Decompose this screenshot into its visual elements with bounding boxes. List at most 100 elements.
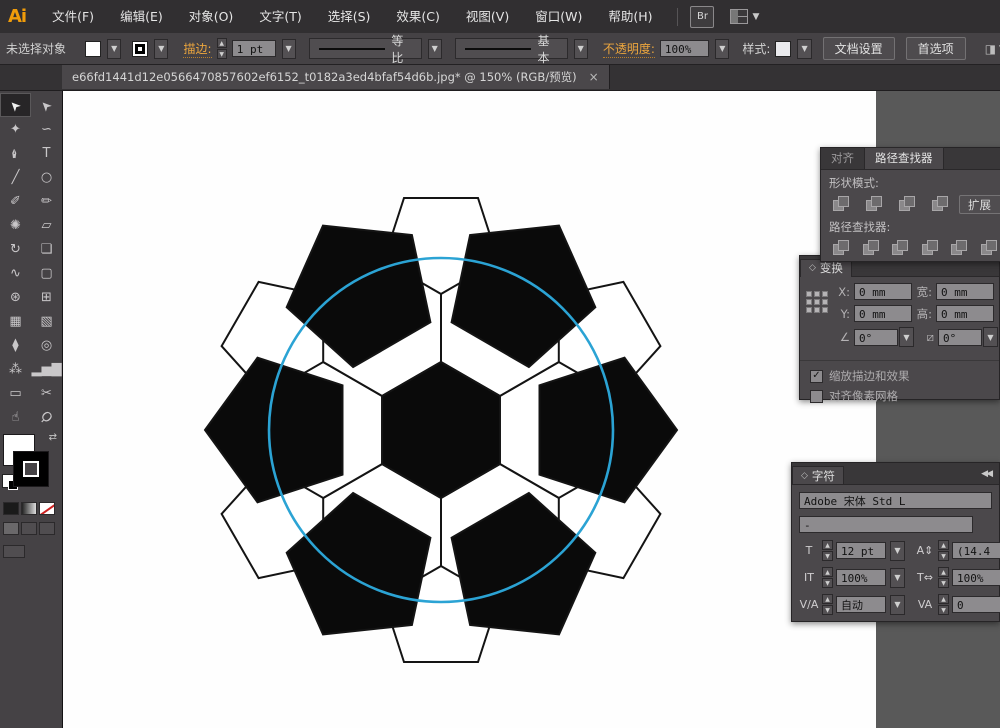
screen-mode-button[interactable] bbox=[3, 545, 25, 558]
stroke-width-dropdown-icon[interactable]: ▼ bbox=[282, 39, 296, 59]
direct-selection-tool[interactable]: ➤ bbox=[31, 93, 62, 117]
perspective-grid-tool[interactable]: ⊞ bbox=[31, 285, 62, 309]
hand-tool[interactable]: ☝ bbox=[0, 405, 31, 429]
eyedropper-tool[interactable]: ⧫ bbox=[0, 333, 31, 357]
rotate-select[interactable]: 0° ▼ bbox=[854, 327, 914, 347]
menu-item[interactable]: 窗口(W) bbox=[522, 1, 595, 33]
tab-character[interactable]: ◇ 字符 bbox=[792, 466, 844, 484]
zoom-tool[interactable]: Ϙ bbox=[31, 405, 62, 429]
scale-strokes-option[interactable]: ✓ 缩放描边和效果 bbox=[800, 366, 999, 386]
close-icon[interactable]: × bbox=[587, 70, 599, 84]
color-button[interactable] bbox=[3, 502, 19, 515]
none-button[interactable] bbox=[39, 502, 55, 515]
shape-builder-tool[interactable]: ⊛ bbox=[0, 285, 31, 309]
font-family-field[interactable]: Adobe 宋体 Std L bbox=[799, 492, 992, 509]
trim-button[interactable] bbox=[861, 239, 878, 256]
exclude-button[interactable] bbox=[930, 195, 950, 212]
draw-behind-button[interactable] bbox=[21, 522, 37, 535]
magic-wand-tool[interactable]: ✦ bbox=[0, 117, 31, 141]
brush-dropdown-icon[interactable]: ▼ bbox=[574, 39, 588, 59]
x-field[interactable]: 0 mm bbox=[854, 283, 912, 300]
minus-back-button[interactable] bbox=[979, 239, 996, 256]
artwork-svg[interactable] bbox=[62, 90, 876, 728]
height-field[interactable]: 0 mm bbox=[936, 305, 994, 322]
style-dropdown-icon[interactable]: ▼ bbox=[797, 39, 811, 59]
paintbrush-tool[interactable]: ✐ bbox=[0, 189, 31, 213]
kerning-field[interactable]: 自动 bbox=[836, 596, 886, 613]
minus-front-button[interactable] bbox=[864, 195, 884, 212]
free-transform-tool[interactable]: ▢ bbox=[31, 261, 62, 285]
menu-item[interactable]: 帮助(H) bbox=[595, 1, 665, 33]
vertical-scale-dropdown-icon[interactable]: ▼ bbox=[890, 568, 905, 588]
menu-item[interactable]: 效果(C) bbox=[383, 1, 452, 33]
line-segment-tool[interactable]: ╱ bbox=[0, 165, 31, 189]
stroke-width-field[interactable]: 1 pt bbox=[232, 40, 276, 57]
fill-color-swatch[interactable] bbox=[85, 41, 101, 57]
mesh-tool[interactable]: ▦ bbox=[0, 309, 31, 333]
crop-button[interactable] bbox=[920, 239, 937, 256]
fill-dropdown-icon[interactable]: ▼ bbox=[107, 39, 121, 59]
document-setup-button[interactable]: 文档设置 bbox=[823, 37, 895, 60]
tracking-field[interactable]: 0 bbox=[952, 596, 1000, 613]
checkbox-unchecked-icon[interactable] bbox=[810, 390, 823, 403]
shear-dropdown-icon[interactable]: ▼ bbox=[983, 327, 998, 347]
fill-stroke-control[interactable]: ⇄ bbox=[0, 430, 62, 500]
align-options-icon[interactable]: ◨▼ bbox=[985, 42, 1000, 56]
kerning-dropdown-icon[interactable]: ▼ bbox=[890, 595, 905, 615]
swap-fill-stroke-icon[interactable]: ⇄ bbox=[49, 432, 57, 443]
expand-button[interactable]: 扩展 bbox=[959, 195, 1000, 214]
unite-button[interactable] bbox=[831, 195, 851, 212]
y-field[interactable]: 0 mm bbox=[854, 305, 912, 322]
stroke-color-swatch[interactable] bbox=[132, 41, 148, 57]
style-swatch[interactable] bbox=[775, 41, 791, 57]
tab-align[interactable]: 对齐 bbox=[821, 148, 864, 169]
menu-item[interactable]: 对象(O) bbox=[176, 1, 247, 33]
reference-point-locator[interactable] bbox=[806, 291, 828, 313]
workspace-switcher[interactable]: ▼ bbox=[730, 9, 759, 24]
tab-pathfinder[interactable]: 路径查找器 bbox=[864, 147, 944, 169]
menu-item[interactable]: 文件(F) bbox=[39, 1, 107, 33]
align-pixel-grid-option[interactable]: 对齐像素网格 bbox=[800, 386, 999, 406]
checkbox-checked-icon[interactable]: ✓ bbox=[810, 370, 823, 383]
rotate-dropdown-icon[interactable]: ▼ bbox=[899, 327, 914, 347]
column-graph-tool[interactable]: ▂▅▇ bbox=[31, 357, 62, 381]
merge-button[interactable] bbox=[890, 239, 907, 256]
menu-item[interactable]: 选择(S) bbox=[315, 1, 384, 33]
stroke-width-stepper[interactable]: ▲▼ bbox=[217, 38, 227, 59]
menu-item[interactable]: 文字(T) bbox=[246, 1, 314, 33]
ellipse-tool[interactable]: ○ bbox=[31, 165, 62, 189]
stroke-swatch[interactable] bbox=[14, 452, 48, 486]
menu-item[interactable]: 视图(V) bbox=[453, 1, 522, 33]
draw-normal-button[interactable] bbox=[3, 522, 19, 535]
slice-tool[interactable]: ✂ bbox=[31, 381, 62, 405]
font-style-field[interactable]: - bbox=[799, 516, 973, 533]
pencil-tool[interactable]: ✏ bbox=[31, 189, 62, 213]
type-tool[interactable]: T bbox=[31, 141, 62, 165]
gradient-tool[interactable]: ▧ bbox=[31, 309, 62, 333]
brush-definition-select[interactable]: 基本 bbox=[455, 38, 568, 59]
font-size-dropdown-icon[interactable]: ▼ bbox=[890, 541, 905, 561]
gradient-button[interactable] bbox=[21, 502, 37, 515]
selection-tool[interactable]: ➤ bbox=[0, 93, 31, 117]
artboard-tool[interactable]: ▭ bbox=[0, 381, 31, 405]
lasso-tool[interactable]: ∽ bbox=[31, 117, 62, 141]
black-pentagon-shape[interactable] bbox=[205, 358, 343, 503]
opacity-dropdown-icon[interactable]: ▼ bbox=[715, 39, 729, 59]
variable-width-profile-select[interactable]: 等比 bbox=[309, 38, 422, 59]
blob-brush-tool[interactable]: ✺ bbox=[0, 213, 31, 237]
divide-button[interactable] bbox=[831, 239, 848, 256]
leading-field[interactable]: (14.4 bbox=[952, 542, 1000, 559]
opacity-panel-link[interactable]: 不透明度: bbox=[603, 40, 655, 58]
rotate-tool[interactable]: ↻ bbox=[0, 237, 31, 261]
shear-select[interactable]: 0° ▼ bbox=[938, 327, 998, 347]
font-size-field[interactable]: 12 pt bbox=[836, 542, 886, 559]
pen-tool[interactable]: ✒ bbox=[0, 141, 31, 165]
preferences-button[interactable]: 首选项 bbox=[906, 37, 966, 60]
outline-button[interactable] bbox=[949, 239, 966, 256]
profile-dropdown-icon[interactable]: ▼ bbox=[428, 39, 442, 59]
eraser-tool[interactable]: ▱ bbox=[31, 213, 62, 237]
document-tab[interactable]: e66fd1441d12e0566470857602ef6152_t0182a3… bbox=[62, 64, 610, 89]
black-pentagon-shape[interactable] bbox=[540, 358, 678, 503]
menu-item[interactable]: 编辑(E) bbox=[107, 1, 176, 33]
draw-inside-button[interactable] bbox=[39, 522, 55, 535]
